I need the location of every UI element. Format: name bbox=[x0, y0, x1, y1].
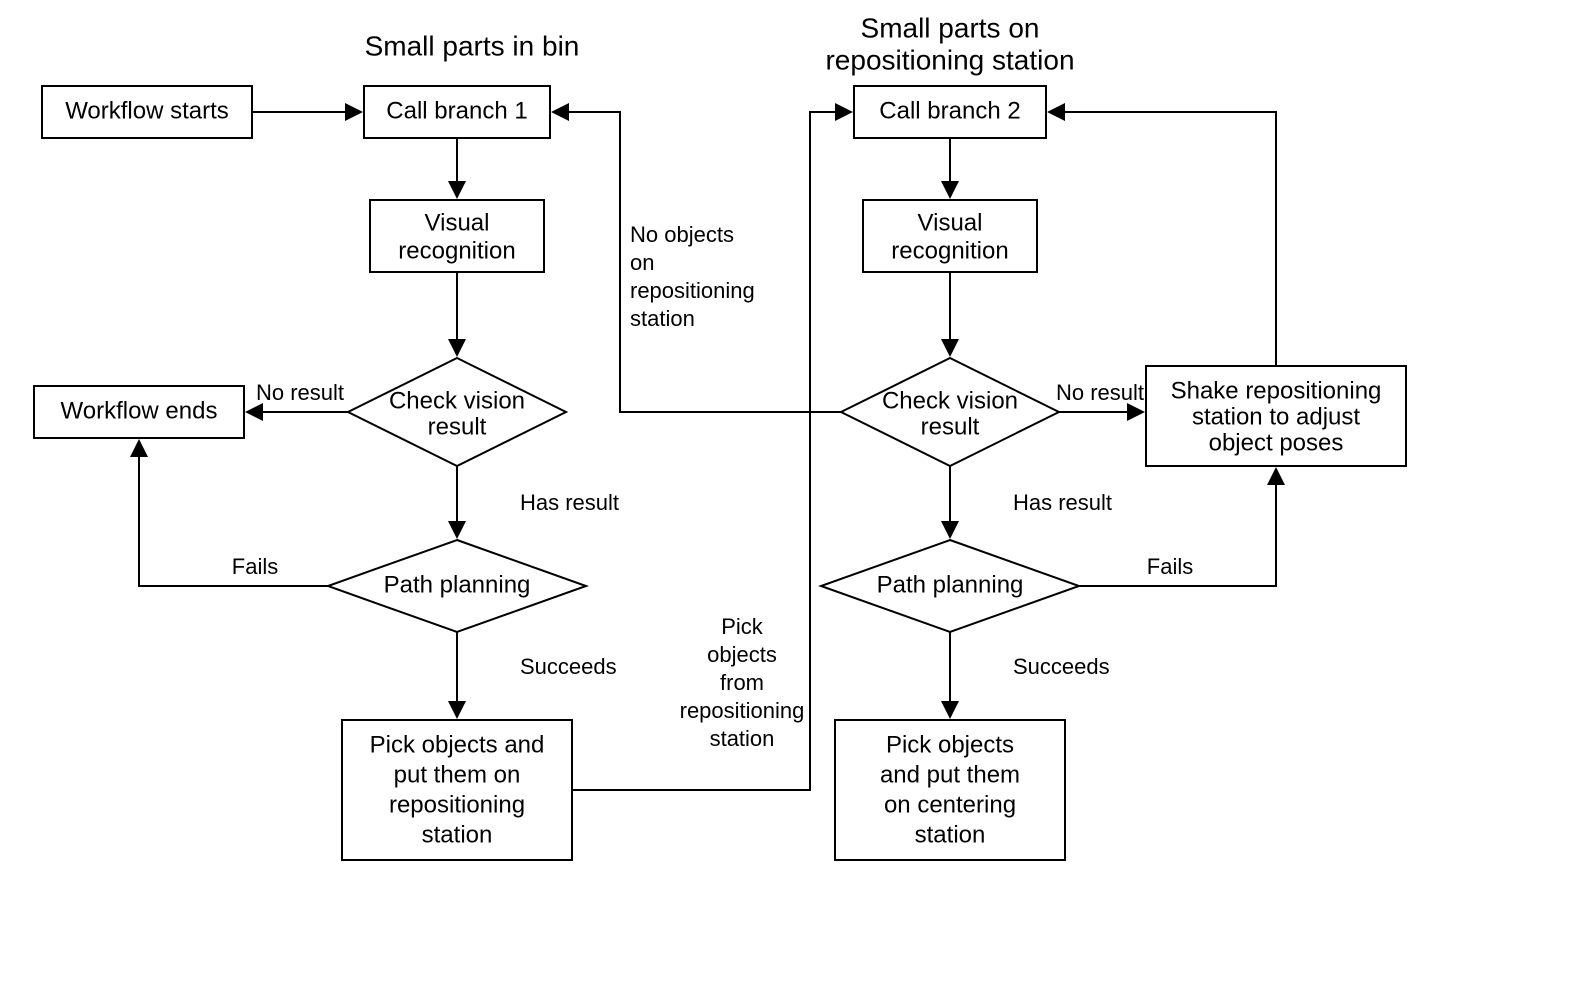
label-plan2-succeeds: Succeeds bbox=[1013, 654, 1110, 679]
label-pickfrom-l2: objects bbox=[707, 642, 777, 667]
label-noobj-l1: No objects bbox=[630, 222, 734, 247]
text-shake-l2: station to adjust bbox=[1192, 403, 1360, 430]
title-right-l2: repositioning station bbox=[825, 44, 1074, 75]
text-pick1-l3: repositioning bbox=[389, 791, 525, 818]
title-right-l1: Small parts on bbox=[861, 12, 1040, 43]
text-workflow-ends: Workflow ends bbox=[61, 397, 218, 424]
text-pick1-l4: station bbox=[422, 821, 493, 848]
label-chk1-noresult: No result bbox=[256, 380, 344, 405]
label-plan2-fails: Fails bbox=[1147, 554, 1193, 579]
text-pick1-l2: put them on bbox=[394, 761, 521, 788]
label-noobj-l3: repositioning bbox=[630, 278, 755, 303]
label-pickfrom-l3: from bbox=[720, 670, 764, 695]
text-vis1-l2: recognition bbox=[398, 237, 515, 264]
text-vis2-l2: recognition bbox=[891, 237, 1008, 264]
edge-pick1-to-call2 bbox=[572, 112, 850, 790]
label-chk1-hasresult: Has result bbox=[520, 490, 619, 515]
text-chk2-l2: result bbox=[921, 413, 980, 440]
label-chk2-noresult: No result bbox=[1056, 380, 1144, 405]
label-pickfrom-l5: station bbox=[710, 726, 775, 751]
text-vis1-l1: Visual bbox=[425, 209, 490, 236]
label-plan1-fails: Fails bbox=[232, 554, 278, 579]
label-plan1-succeeds: Succeeds bbox=[520, 654, 617, 679]
text-chk1-l2: result bbox=[428, 413, 487, 440]
text-pick2-l4: station bbox=[915, 821, 986, 848]
text-call-branch-1: Call branch 1 bbox=[386, 97, 527, 124]
label-noobj-l2: on bbox=[630, 250, 654, 275]
text-pick2-l3: on centering bbox=[884, 791, 1016, 818]
label-pickfrom-l1: Pick bbox=[721, 614, 764, 639]
text-shake-l3: object poses bbox=[1209, 429, 1344, 456]
text-plan1: Path planning bbox=[384, 571, 531, 598]
text-plan2: Path planning bbox=[877, 571, 1024, 598]
text-chk1-l1: Check vision bbox=[389, 387, 525, 414]
text-chk2-l1: Check vision bbox=[882, 387, 1018, 414]
edge-shake-to-call2 bbox=[1050, 112, 1276, 366]
text-vis2-l1: Visual bbox=[918, 209, 983, 236]
text-pick2-l2: and put them bbox=[880, 761, 1020, 788]
text-shake-l1: Shake repositioning bbox=[1171, 377, 1382, 404]
text-pick2-l1: Pick objects bbox=[886, 731, 1014, 758]
label-chk2-hasresult: Has result bbox=[1013, 490, 1112, 515]
label-noobj-l4: station bbox=[630, 306, 695, 331]
edge-chk2-noobjects-to-call1 bbox=[554, 112, 841, 412]
title-left: Small parts in bin bbox=[365, 30, 580, 61]
text-pick1-l1: Pick objects and bbox=[370, 731, 545, 758]
label-pickfrom-l4: repositioning bbox=[680, 698, 805, 723]
text-workflow-starts: Workflow starts bbox=[65, 97, 229, 124]
text-call-branch-2: Call branch 2 bbox=[879, 97, 1020, 124]
